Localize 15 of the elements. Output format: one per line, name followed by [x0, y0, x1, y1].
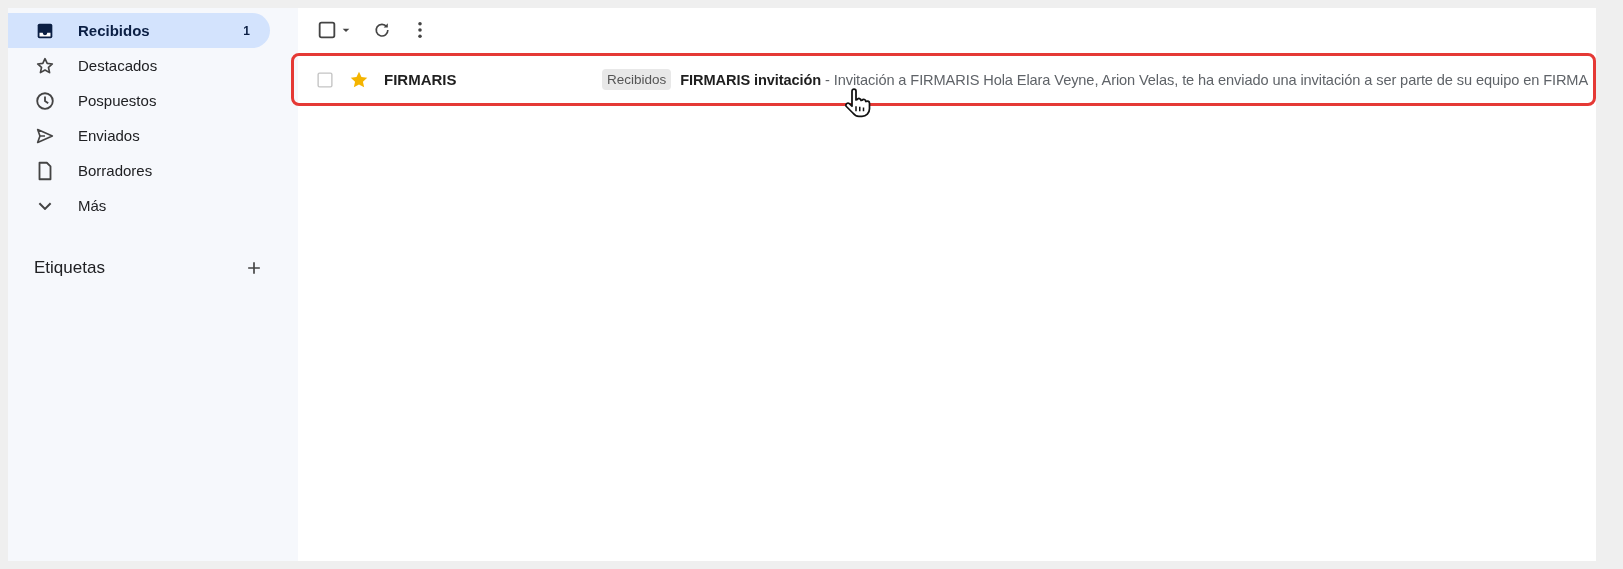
nav-item[interactable]: Recibidos 1 [8, 13, 270, 48]
unread-count: 1 [243, 23, 250, 38]
nav-item[interactable]: Destacados [8, 48, 270, 83]
hand-cursor-icon [842, 88, 872, 118]
nav-item[interactable]: Pospuestos [8, 83, 270, 118]
chevron-down-icon [38, 201, 52, 210]
message-preview: FIRMARIS invitación - Invitación a FIRMARIS Hola Elara Veyne, Arion Velas, te ha enviado una invitación a ser parte de su equipo en FIRMA [680, 71, 1589, 88]
sender-name: FIRMARIS [384, 71, 458, 88]
section-heading: Etiquetas [34, 258, 105, 278]
nav-item[interactable]: Borradores [8, 153, 270, 188]
nav-item[interactable]: Más [8, 188, 270, 223]
more-vertical-icon [418, 22, 422, 38]
nav-item[interactable]: Enviados [8, 118, 270, 153]
label-tag: Recibidos [602, 69, 672, 90]
clock-icon [34, 89, 56, 112]
